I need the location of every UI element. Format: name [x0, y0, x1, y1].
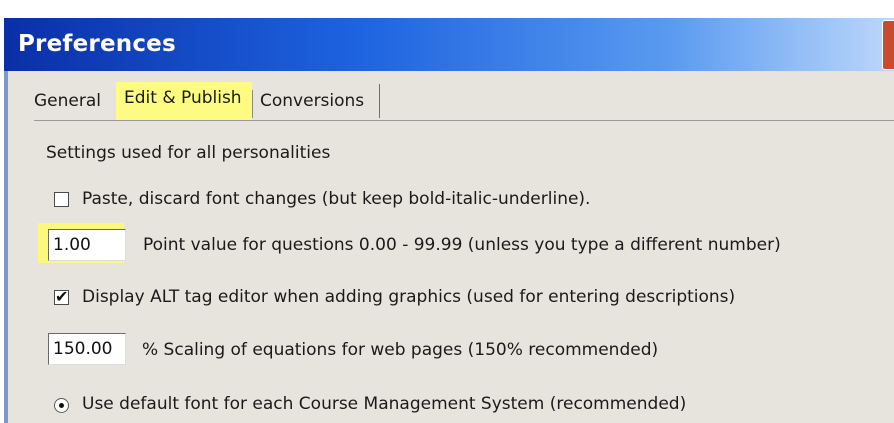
title-bar[interactable]: Preferences [4, 18, 894, 71]
tab-edit-publish[interactable]: Edit & Publish [116, 82, 252, 120]
default-font-radio[interactable] [54, 398, 69, 413]
tab-general[interactable]: General [34, 84, 116, 118]
window-border [4, 71, 8, 423]
tab-baseline [34, 120, 894, 121]
section-label: Settings used for all personalities [46, 143, 331, 163]
scaling-label: % Scaling of equations for web pages (15… [142, 340, 659, 360]
close-button[interactable] [882, 20, 894, 70]
alt-tag-label: Display ALT tag editor when adding graph… [82, 287, 736, 307]
tab-divider [252, 90, 253, 118]
alt-tag-checkbox[interactable] [54, 287, 69, 306]
scaling-input[interactable]: 150.00 [48, 333, 126, 365]
window-title: Preferences [18, 31, 176, 57]
default-font-label: Use default font for each Course Managem… [82, 394, 687, 414]
preferences-window: Preferences General Edit & Publish Conve… [0, 0, 894, 423]
point-value-label: Point value for questions 0.00 - 99.99 (… [143, 235, 781, 255]
paste-discard-checkbox[interactable] [54, 192, 69, 207]
tab-conversions[interactable]: Conversions [252, 84, 380, 118]
point-value-input[interactable]: 1.00 [48, 229, 126, 261]
paste-discard-label: Paste, discard font changes (but keep bo… [82, 189, 591, 209]
